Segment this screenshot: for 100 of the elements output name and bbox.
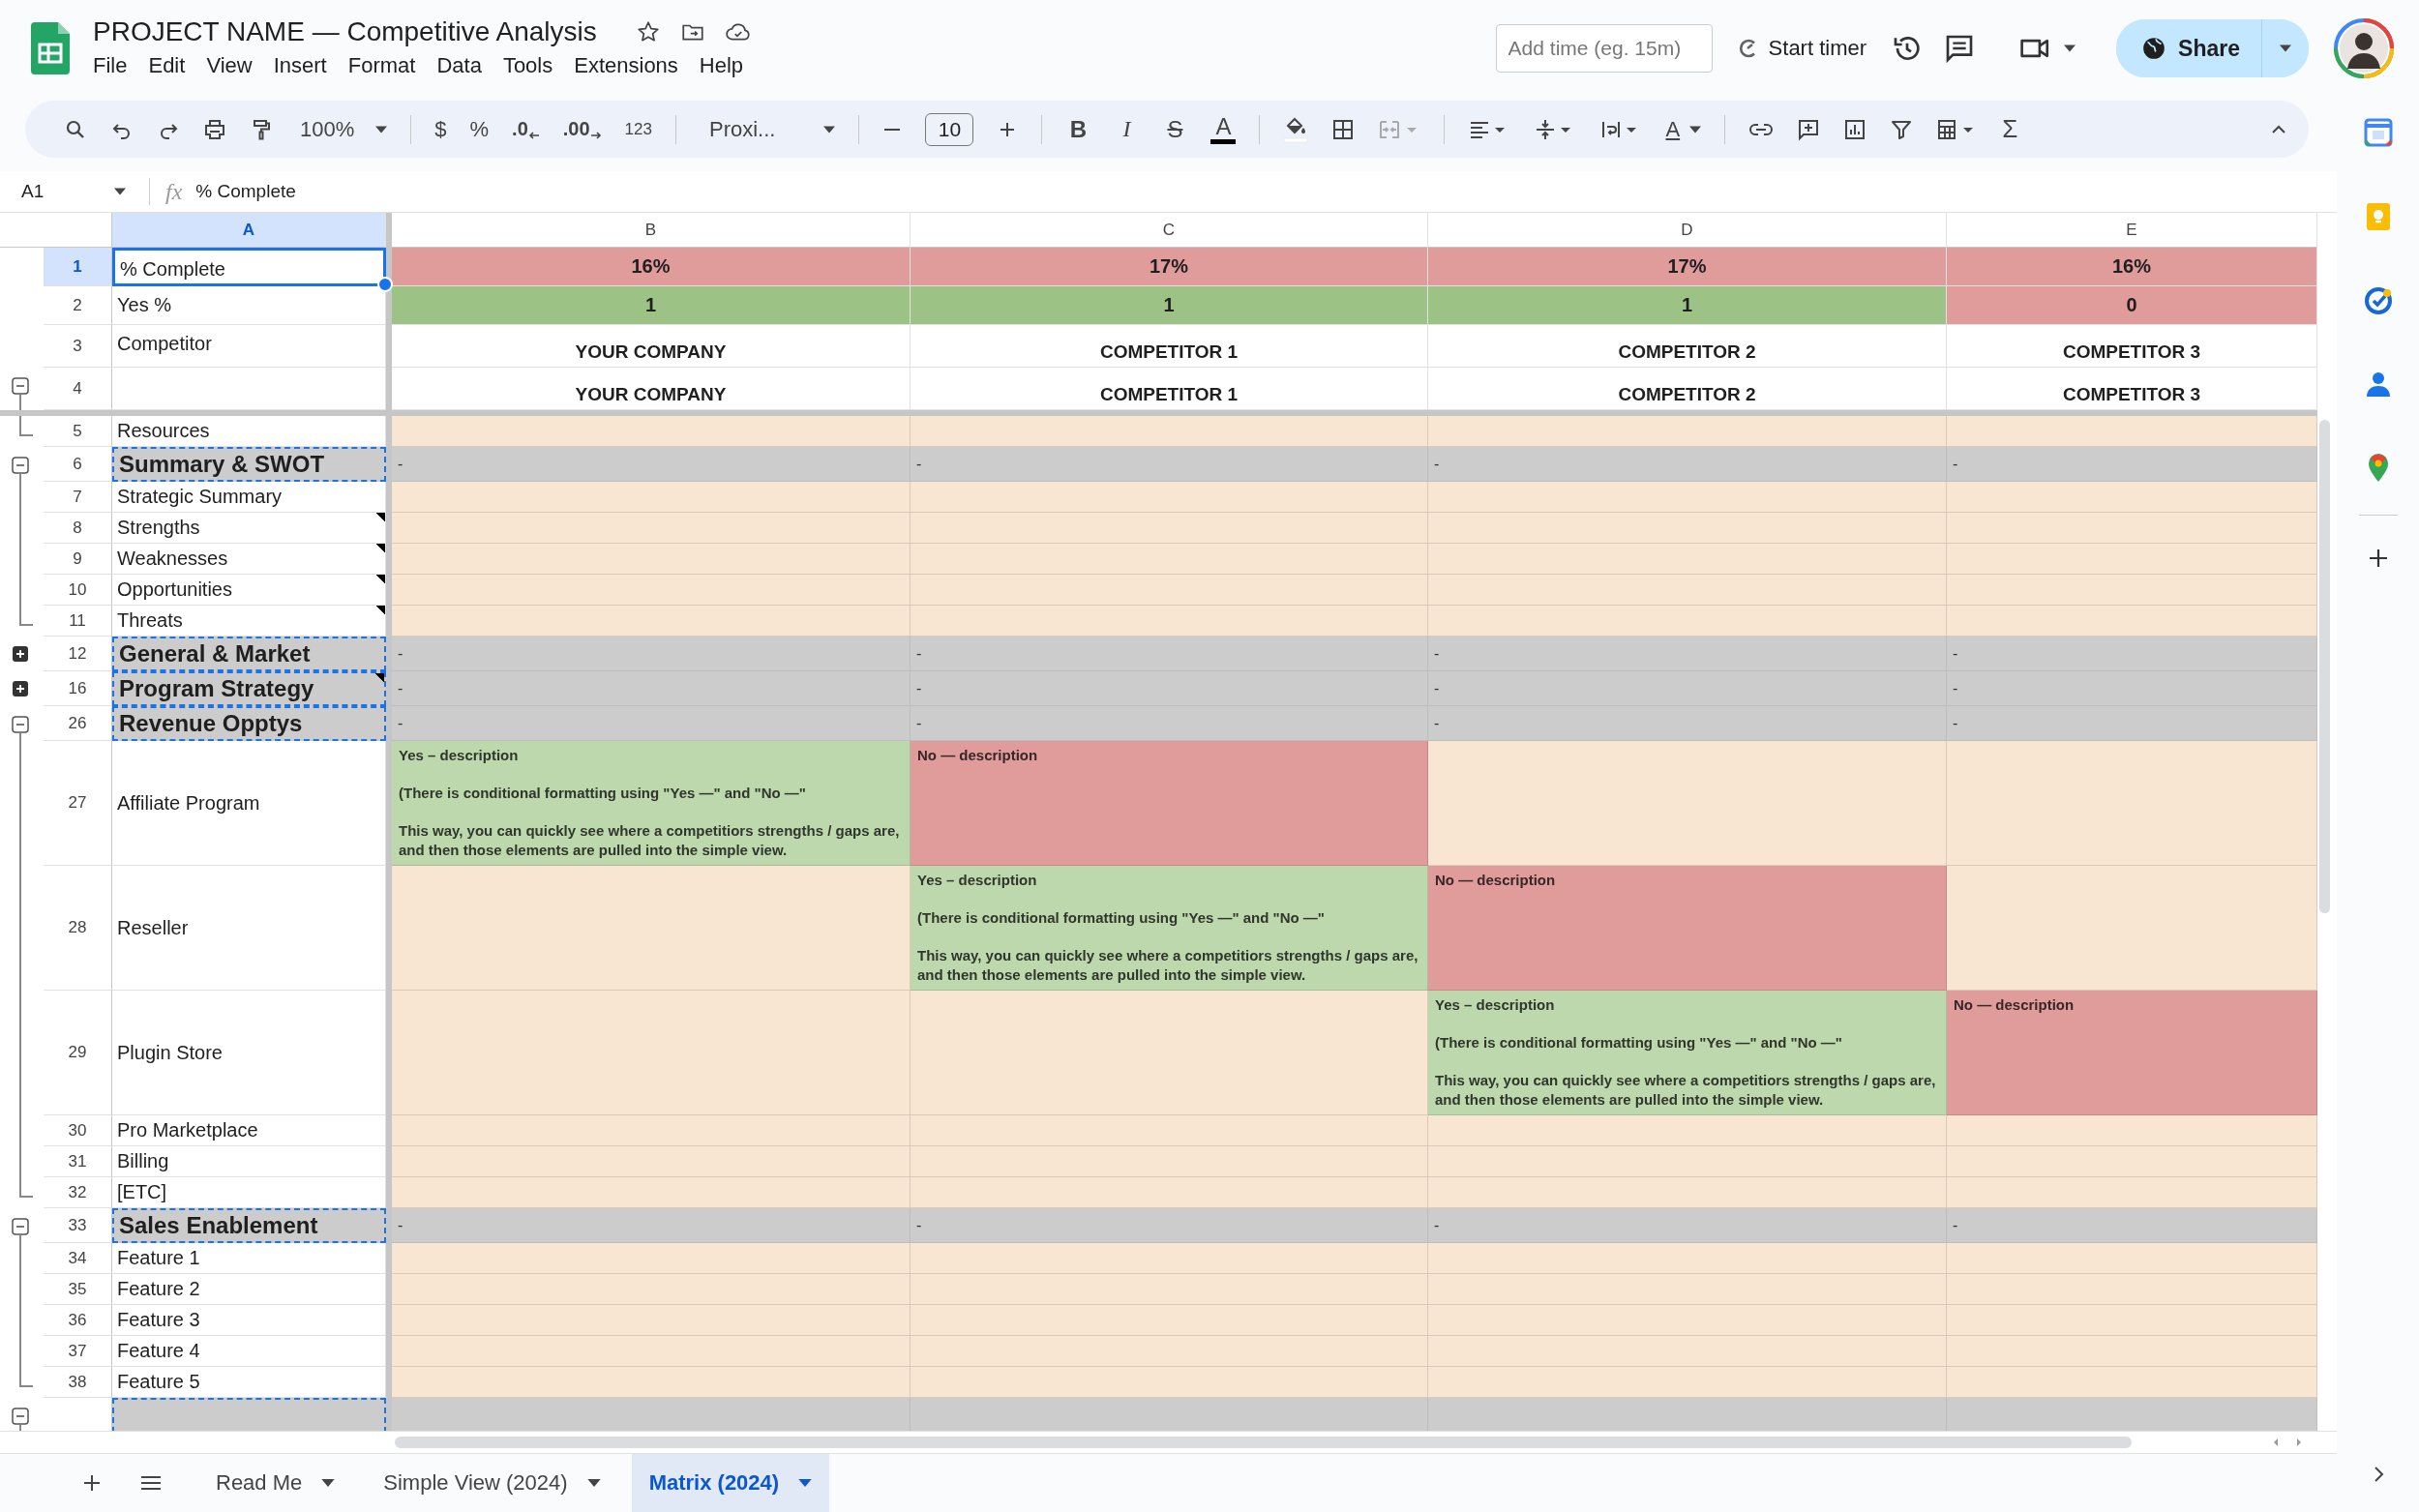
decrease-font-size-button[interactable] [882, 126, 903, 133]
sheet-tab[interactable]: Simple View (2024) [366, 1454, 618, 1512]
row-label: Sales Enablement [112, 1208, 386, 1243]
chart-icon[interactable] [1843, 117, 1867, 141]
row-label: Summary & SWOT [112, 447, 386, 482]
collapse-group-icon[interactable] [12, 457, 29, 474]
row-header[interactable]: 26 [44, 706, 112, 741]
row-header[interactable]: 35 [44, 1274, 112, 1305]
contacts-icon[interactable] [2364, 370, 2392, 399]
avatar[interactable] [2334, 18, 2394, 78]
text-rotation-button[interactable]: A [1665, 116, 1702, 142]
row-header[interactable]: 8 [44, 513, 112, 544]
row-header[interactable]: 33 [44, 1208, 112, 1243]
sheet-tab[interactable]: Read Me [198, 1454, 353, 1512]
collapse-group-icon[interactable] [12, 1408, 29, 1425]
table-cell: - [1947, 1208, 2317, 1243]
row-header[interactable]: 28 [44, 866, 112, 991]
row-label: Affiliate Program [112, 741, 386, 866]
row-header[interactable]: 29 [44, 991, 112, 1115]
caret-icon [321, 1479, 336, 1487]
table-cell: - [1428, 637, 1947, 671]
row-header[interactable]: 7 [44, 482, 112, 513]
horizontal-scrollbar[interactable] [395, 1437, 2132, 1448]
cell-reference[interactable]: A1 [0, 181, 114, 202]
row-header[interactable]: 38 [44, 1367, 112, 1398]
group-end-line [19, 416, 33, 437]
row-header[interactable]: 36 [44, 1305, 112, 1336]
menu-item[interactable]: Help [688, 51, 755, 80]
zoom-dropdown[interactable]: 100% [300, 116, 388, 142]
time-input-field[interactable]: Add time (eg. 15m) [1495, 24, 1713, 73]
menu-item[interactable]: Insert [262, 51, 338, 80]
row-header[interactable]: 10 [44, 575, 112, 606]
table-cell: 16% [392, 248, 911, 286]
menu-item[interactable]: Tools [492, 51, 564, 80]
borders-icon[interactable] [1331, 117, 1356, 141]
functions-button[interactable]: Σ [2002, 114, 2018, 144]
expand-group-icon[interactable] [12, 680, 29, 697]
row-label: Billing [112, 1146, 386, 1177]
row-label: Resources [112, 416, 386, 447]
collapse-group-icon[interactable] [12, 1218, 29, 1235]
spreadsheet-logo[interactable] [31, 22, 70, 74]
calendar-icon[interactable] [2363, 118, 2393, 147]
row-header[interactable]: 3 [44, 325, 112, 368]
menu-item[interactable]: View [195, 51, 263, 80]
table-cell: YOUR COMPANY [392, 368, 911, 410]
row-header[interactable]: 16 [44, 671, 112, 706]
text-color-button[interactable]: A [1210, 114, 1237, 144]
row-header[interactable]: 1 [44, 248, 112, 286]
row-header[interactable]: 11 [44, 606, 112, 637]
increase-decimal-button[interactable]: .00 [562, 118, 602, 140]
strikethrough-button[interactable]: S [1162, 115, 1188, 143]
font-size-field[interactable]: 10 [925, 112, 974, 146]
collapse-group-icon[interactable] [12, 716, 29, 733]
row-header[interactable]: 2 [44, 286, 112, 325]
collapse-group-icon[interactable] [12, 377, 29, 395]
row-header[interactable]: 34 [44, 1243, 112, 1274]
scroll-right-icon[interactable] [2294, 1438, 2304, 1447]
formula-field[interactable]: % Complete [195, 181, 296, 202]
expand-group-icon[interactable] [12, 645, 29, 663]
row-header[interactable]: 37 [44, 1336, 112, 1367]
row-header[interactable]: 27 [44, 741, 112, 866]
caret-icon [823, 125, 836, 133]
percent-format-button[interactable]: % [469, 116, 490, 142]
column-header[interactable]: A [112, 213, 386, 248]
fill-color-icon[interactable] [1283, 115, 1309, 143]
font-dropdown[interactable]: Proxi... [708, 116, 836, 142]
table-cell: No — description [911, 741, 1428, 866]
row-header[interactable]: 12 [44, 637, 112, 671]
caret-icon [114, 188, 126, 195]
menu-item[interactable]: Edit [137, 51, 196, 80]
start-timer-button[interactable]: Start timer [1733, 36, 1871, 61]
row-header[interactable]: 31 [44, 1146, 112, 1177]
row-header[interactable]: 5 [44, 416, 112, 447]
table-cell: 0 [1947, 286, 2317, 325]
menu-item[interactable]: Data [426, 51, 493, 80]
decrease-decimal-button[interactable]: .0 [512, 118, 540, 140]
bold-button[interactable]: B [1065, 115, 1091, 143]
tasks-icon[interactable] [2363, 286, 2393, 315]
table-cell: - [911, 637, 1428, 671]
document-title[interactable]: PROJECT NAME — Competitive Analysis [93, 16, 597, 47]
row-header[interactable]: 30 [44, 1115, 112, 1146]
menu-item[interactable]: Extensions [563, 51, 689, 80]
row-header[interactable]: 32 [44, 1177, 112, 1208]
currency-format-button[interactable]: $ [434, 116, 447, 142]
arrow-left-icon [527, 131, 540, 140]
number-format-button[interactable]: 123 [624, 119, 652, 139]
table-cell: - [392, 671, 911, 706]
table-cell: COMPETITOR 3 [1947, 325, 2317, 368]
menu-item[interactable]: File [82, 51, 138, 80]
sheet-tab[interactable]: Matrix (2024) [631, 1454, 830, 1512]
italic-button[interactable]: I [1114, 116, 1140, 142]
table-cell: COMPETITOR 1 [911, 368, 1428, 410]
add-comment-icon[interactable] [1797, 117, 1821, 141]
menu-item[interactable]: Format [337, 51, 427, 80]
print-icon[interactable] [203, 117, 226, 141]
row-header[interactable]: 6 [44, 447, 112, 482]
vertical-scrollbar[interactable] [2319, 420, 2330, 913]
row-header[interactable]: 4 [44, 368, 112, 410]
share-button[interactable]: Share [2116, 19, 2262, 77]
row-header[interactable]: 9 [44, 544, 112, 575]
